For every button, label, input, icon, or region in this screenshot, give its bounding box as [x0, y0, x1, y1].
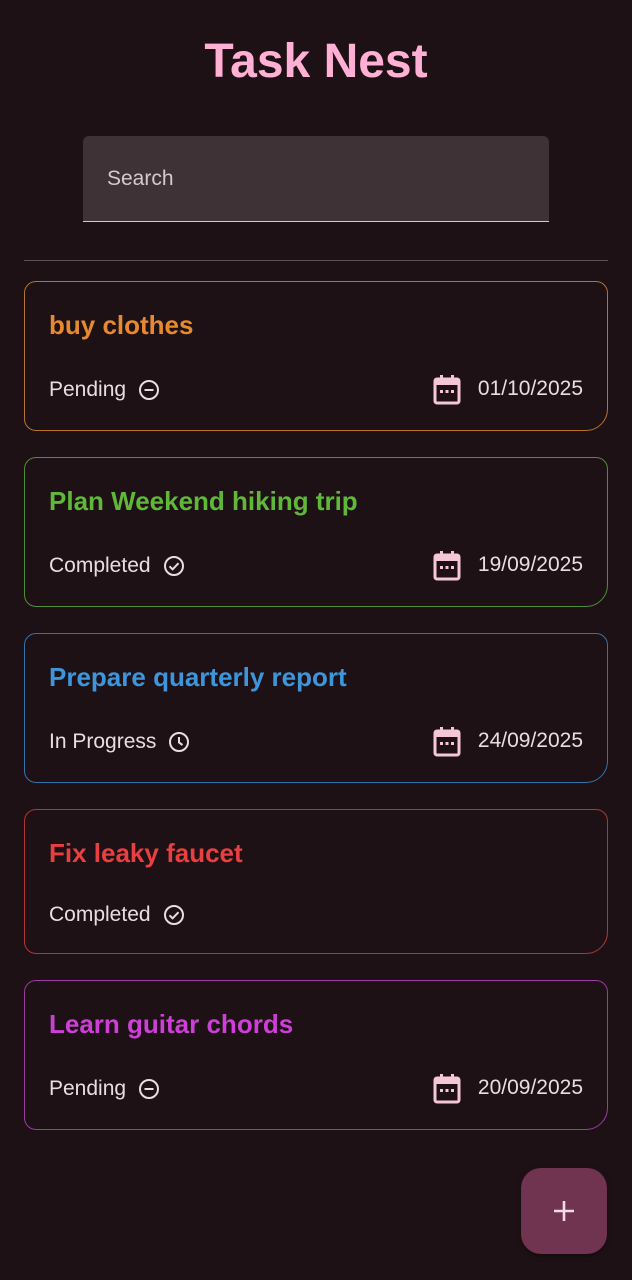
task-title: Prepare quarterly report: [49, 662, 347, 692]
calendar-icon: [433, 1074, 461, 1104]
date-label: 19/09/2025: [477, 553, 583, 576]
divider: [24, 260, 608, 261]
calendar-icon: [433, 551, 461, 581]
app-screen: Task Nest buy clothes Pending 01/10/2025…: [0, 0, 632, 1280]
search-field[interactable]: [83, 136, 549, 222]
date-label: 20/09/2025: [477, 1076, 583, 1099]
status-label: Pending: [49, 378, 127, 401]
status-label: In Progress: [49, 730, 157, 753]
task-date: 01/10/2025: [432, 373, 583, 405]
check-circle-icon: [163, 556, 184, 576]
status-label: Completed: [49, 903, 151, 926]
task-title: buy clothes: [49, 310, 194, 340]
task-status: Pending: [49, 376, 160, 404]
task-status: In Progress: [49, 728, 190, 756]
task-date: 24/09/2025: [432, 725, 583, 757]
task-title: Plan Weekend hiking trip: [49, 486, 358, 516]
search-input[interactable]: [83, 136, 549, 221]
check-circle-icon: [163, 905, 184, 925]
task-status: Pending: [49, 1075, 160, 1103]
task-date: 20/09/2025: [432, 1072, 583, 1104]
status-label: Completed: [49, 554, 151, 577]
task-title: Learn guitar chords: [49, 1009, 294, 1039]
task-card[interactable]: Learn guitar chords Pending 20/09/2025: [24, 980, 608, 1130]
task-card[interactable]: buy clothes Pending 01/10/2025: [24, 281, 608, 431]
task-card[interactable]: Plan Weekend hiking trip Completed 19/09…: [24, 457, 608, 607]
minus-circle-icon: [139, 1079, 160, 1099]
task-status: Completed: [49, 552, 185, 580]
minus-circle-icon: [139, 380, 160, 400]
task-date: 19/09/2025: [432, 549, 583, 581]
status-label: Pending: [49, 1077, 127, 1100]
plus-icon: [554, 1201, 574, 1221]
add-task-button[interactable]: [521, 1168, 607, 1254]
page-title: Task Nest: [204, 35, 428, 88]
task-card[interactable]: Prepare quarterly report In Progress 24/…: [24, 633, 608, 783]
clock-icon: [169, 732, 190, 752]
calendar-icon: [433, 727, 461, 757]
date-label: 01/10/2025: [477, 377, 583, 400]
date-label: 24/09/2025: [477, 729, 583, 752]
task-title: Fix leaky faucet: [49, 838, 243, 868]
task-status: Completed: [49, 901, 185, 929]
calendar-icon: [433, 375, 461, 405]
task-card[interactable]: Fix leaky faucet Completed: [24, 809, 608, 954]
